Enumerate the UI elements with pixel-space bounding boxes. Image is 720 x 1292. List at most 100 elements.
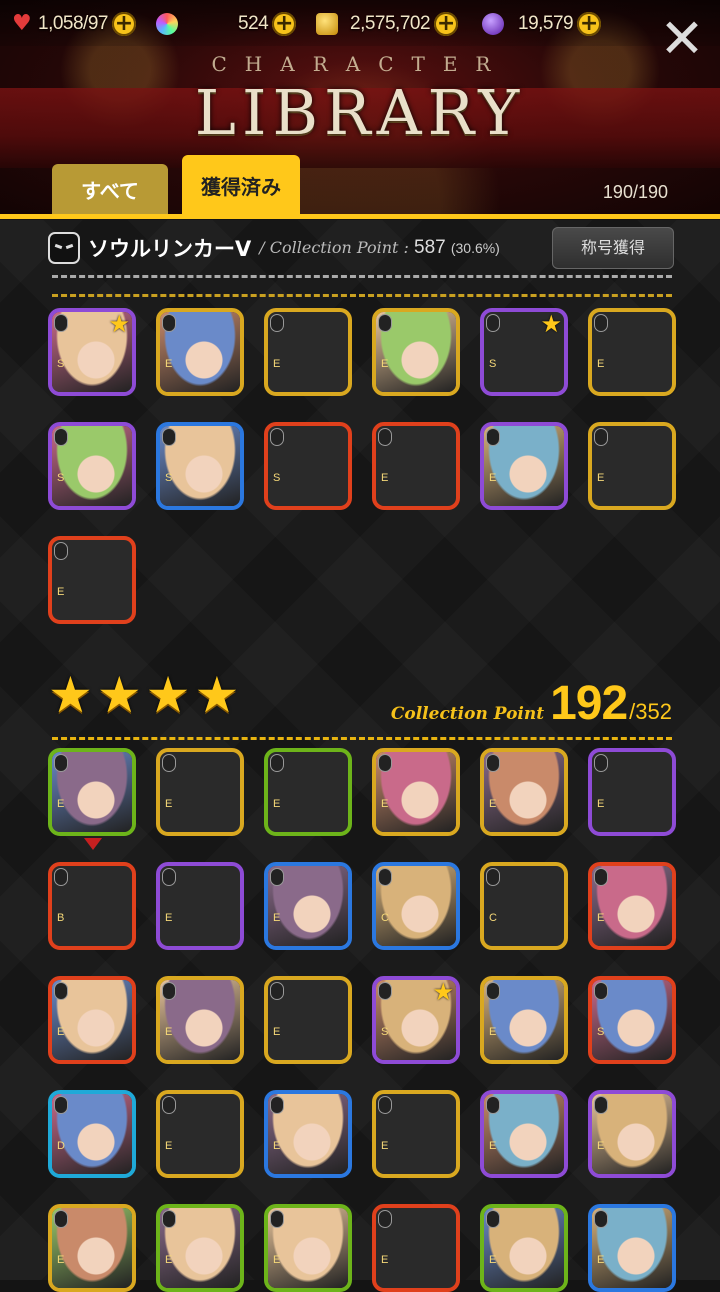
collection-name: ソウルリンカーV [88,237,252,261]
character-card[interactable]: E [156,748,244,836]
rank-label: S [489,358,497,370]
element-icon [270,868,284,886]
star-badge-icon: ★ [540,310,562,338]
add-gems-button[interactable]: + [272,12,297,36]
element-icon [378,1096,392,1114]
collection-point-percent: (30.6%) [450,240,500,256]
rainbow-gem-icon [156,13,178,35]
rank-label: E [165,1140,173,1152]
character-card[interactable]: E [48,536,136,624]
character-card[interactable]: C [480,862,568,950]
crystal-value: 19,579 [518,13,574,34]
character-card[interactable]: E [588,1204,676,1292]
collection-point-label: / Collection Point : [259,238,409,257]
acquire-title-button[interactable]: 称号獲得 [552,227,674,269]
rank-label: E [273,1254,281,1266]
element-icon [594,1096,608,1114]
owned-count: 190/190 [602,182,668,202]
character-card[interactable]: E [372,1204,460,1292]
character-card[interactable]: E [480,976,568,1064]
character-card[interactable]: E [264,862,352,950]
character-card[interactable]: E [48,1204,136,1292]
character-card[interactable]: E [588,1090,676,1178]
add-stamina-button[interactable]: + [111,12,136,36]
element-icon [270,982,284,1000]
character-card[interactable]: E [588,862,676,950]
collection-point-summary: / Collection Point : 587 (30.6%) [259,237,500,259]
header-banner: ♥ 1,058 /97 + 524 + 2,575,702 + 19,579 +… [0,0,720,218]
character-card[interactable]: E [264,1090,352,1178]
add-gold-button[interactable]: + [434,12,459,36]
element-icon [162,754,176,772]
character-card[interactable]: S ★ [48,308,136,396]
tab-all[interactable]: すべて [52,164,168,216]
character-card[interactable]: E [588,308,676,396]
character-card[interactable]: D [48,1090,136,1178]
character-card[interactable]: S [264,422,352,510]
character-card[interactable]: E [48,976,136,1064]
rank-label: E [489,1026,497,1038]
character-card[interactable]: E [480,748,568,836]
character-card[interactable]: E [156,976,244,1064]
element-icon [270,428,284,446]
character-card[interactable]: E [156,862,244,950]
gold-coins-icon [316,13,338,35]
character-card[interactable]: E [480,1090,568,1178]
element-icon [486,1096,500,1114]
character-card[interactable]: E [264,308,352,396]
tab-obtained[interactable]: 獲得済み [182,155,300,216]
element-icon [378,868,392,886]
element-icon [162,1096,176,1114]
character-card[interactable]: E [264,1204,352,1292]
character-card[interactable]: E [264,748,352,836]
character-card[interactable]: E [156,1204,244,1292]
character-card[interactable]: S [48,422,136,510]
rank-label: C [489,912,497,924]
rank-label: S [597,1026,605,1038]
character-card[interactable]: E [588,748,676,836]
rank-label: E [165,798,173,810]
rank-label: E [489,1140,497,1152]
character-card[interactable]: E [264,976,352,1064]
character-card[interactable]: C [372,862,460,950]
character-card[interactable]: S [156,422,244,510]
character-card[interactable]: E [480,422,568,510]
character-card[interactable]: S ★ [372,976,460,1064]
star-collection-point: Collection Point 192 /352 [391,676,672,731]
element-icon [378,754,392,772]
element-icon [54,314,68,332]
rank-label: S [381,1026,389,1038]
rank-label: E [381,1254,389,1266]
character-card[interactable]: E [372,422,460,510]
character-card[interactable]: E [372,748,460,836]
element-icon [270,1210,284,1228]
rank-label: S [273,472,281,484]
character-card[interactable]: E [372,308,460,396]
rank-label: E [489,1254,497,1266]
add-crystals-button[interactable]: + [577,12,602,36]
rank-label: E [273,912,281,924]
rank-label: E [57,586,65,598]
star-cp-total: /352 [629,699,672,724]
star-badge-icon: ★ [108,310,130,338]
rank-label: E [597,798,605,810]
rank-label: E [381,798,389,810]
character-card[interactable]: E [588,422,676,510]
collection-point-value: 587 [414,237,446,258]
element-icon [270,754,284,772]
element-icon [486,314,500,332]
character-card[interactable]: S ★ [480,308,568,396]
star-rating: ★ ★ ★ ★ [48,670,239,720]
character-card[interactable]: E [156,308,244,396]
character-card[interactable]: E [48,748,136,836]
rank-label: E [381,472,389,484]
element-icon [162,314,176,332]
rank-label: E [597,358,605,370]
character-card[interactable]: B [48,862,136,950]
character-card[interactable]: E [372,1090,460,1178]
soul-face-icon [48,232,80,264]
character-card[interactable]: E [156,1090,244,1178]
character-card[interactable]: S [588,976,676,1064]
character-card[interactable]: E [480,1204,568,1292]
rank-label: E [381,358,389,370]
